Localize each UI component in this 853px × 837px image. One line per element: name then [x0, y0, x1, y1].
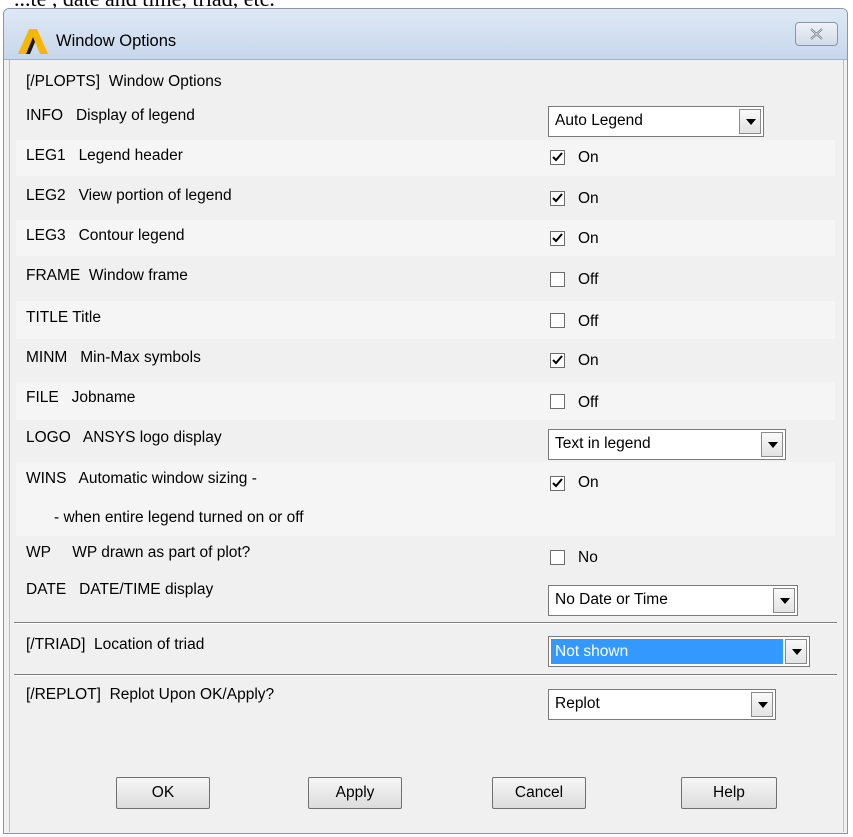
- checkmark-icon: [552, 355, 563, 365]
- wp-checkbox[interactable]: [550, 550, 565, 565]
- apply-button[interactable]: Apply: [308, 777, 402, 809]
- checkmark-icon: [552, 478, 563, 488]
- leg3-checkbox-label[interactable]: On: [578, 230, 599, 248]
- leg3-checkbox[interactable]: [550, 231, 565, 246]
- separator: [14, 622, 837, 624]
- plopts-header: [/PLOPTS] Window Options: [26, 73, 222, 91]
- dialog-content: [/PLOPTS] Window Options INFO Display of…: [14, 60, 837, 831]
- wins-subtext: - when entire legend turned on or off: [54, 509, 304, 526]
- info-legend-select[interactable]: Auto Legend: [548, 106, 764, 137]
- dropdown-arrow-icon[interactable]: [773, 588, 795, 613]
- dialog-title: Window Options: [56, 32, 177, 50]
- row-info: INFO Display of legend: [26, 107, 195, 124]
- title-checkbox[interactable]: [550, 313, 565, 328]
- dropdown-arrow-icon[interactable]: [751, 692, 773, 717]
- help-button[interactable]: Help: [681, 777, 777, 809]
- date-display-select[interactable]: No Date or Time: [548, 585, 798, 616]
- row-leg3: LEG3 Contour legend: [26, 227, 185, 244]
- wins-checkbox-label[interactable]: On: [578, 474, 599, 492]
- row-logo: LOGO ANSYS logo display: [26, 429, 222, 446]
- checkmark-icon: [552, 152, 563, 162]
- dropdown-arrow-icon[interactable]: [785, 639, 807, 664]
- ansys-logo-icon: [18, 29, 48, 54]
- leg2-checkbox[interactable]: [550, 191, 565, 206]
- row-leg2: LEG2 View portion of legend: [26, 187, 232, 204]
- frame-checkbox[interactable]: [550, 272, 565, 287]
- file-checkbox[interactable]: [550, 394, 565, 409]
- window-options-dialog: Window Options [/PLOPTS] Window Options …: [3, 8, 848, 834]
- wins-checkbox[interactable]: [550, 476, 565, 491]
- title-checkbox-label[interactable]: Off: [578, 313, 598, 331]
- leg1-checkbox-label[interactable]: On: [578, 149, 599, 167]
- ok-button[interactable]: OK: [116, 777, 210, 809]
- close-button[interactable]: [795, 22, 838, 46]
- triad-location-select[interactable]: Not shown: [548, 636, 810, 667]
- dropdown-arrow-icon[interactable]: [761, 432, 783, 457]
- dropdown-arrow-icon[interactable]: [739, 109, 761, 134]
- replot-select[interactable]: Replot: [548, 689, 776, 720]
- frame-checkbox-label[interactable]: Off: [578, 271, 598, 289]
- close-icon: [810, 28, 823, 40]
- wp-checkbox-label[interactable]: No: [578, 549, 598, 567]
- row-minm: MINM Min-Max symbols: [26, 349, 201, 366]
- row-triad: [/TRIAD] Location of triad: [26, 636, 205, 653]
- leg2-checkbox-label[interactable]: On: [578, 190, 599, 208]
- cancel-button[interactable]: Cancel: [492, 777, 586, 809]
- minm-checkbox-label[interactable]: On: [578, 352, 599, 370]
- checkmark-icon: [552, 233, 563, 243]
- logo-display-select[interactable]: Text in legend: [548, 429, 786, 460]
- minm-checkbox[interactable]: [550, 353, 565, 368]
- plopts-text: Window Options: [108, 73, 222, 90]
- checkmark-icon: [552, 193, 563, 203]
- row-file: FILE Jobname: [26, 389, 136, 406]
- row-wp: WP WP drawn as part of plot?: [26, 544, 251, 561]
- row-frame: FRAME Window frame: [26, 267, 188, 284]
- separator: [14, 674, 837, 676]
- leg1-checkbox[interactable]: [550, 150, 565, 165]
- file-checkbox-label[interactable]: Off: [578, 394, 598, 412]
- row-leg1: LEG1 Legend header: [26, 147, 183, 164]
- row-title: TITLE Title: [26, 309, 101, 326]
- row-wins: WINS Automatic window sizing -: [26, 470, 257, 487]
- title-bar[interactable]: Window Options: [4, 9, 847, 60]
- plopts-cmd: [/PLOPTS]: [26, 73, 101, 90]
- row-replot: [/REPLOT] Replot Upon OK/Apply?: [26, 686, 275, 703]
- row-date: DATE DATE/TIME display: [26, 581, 214, 598]
